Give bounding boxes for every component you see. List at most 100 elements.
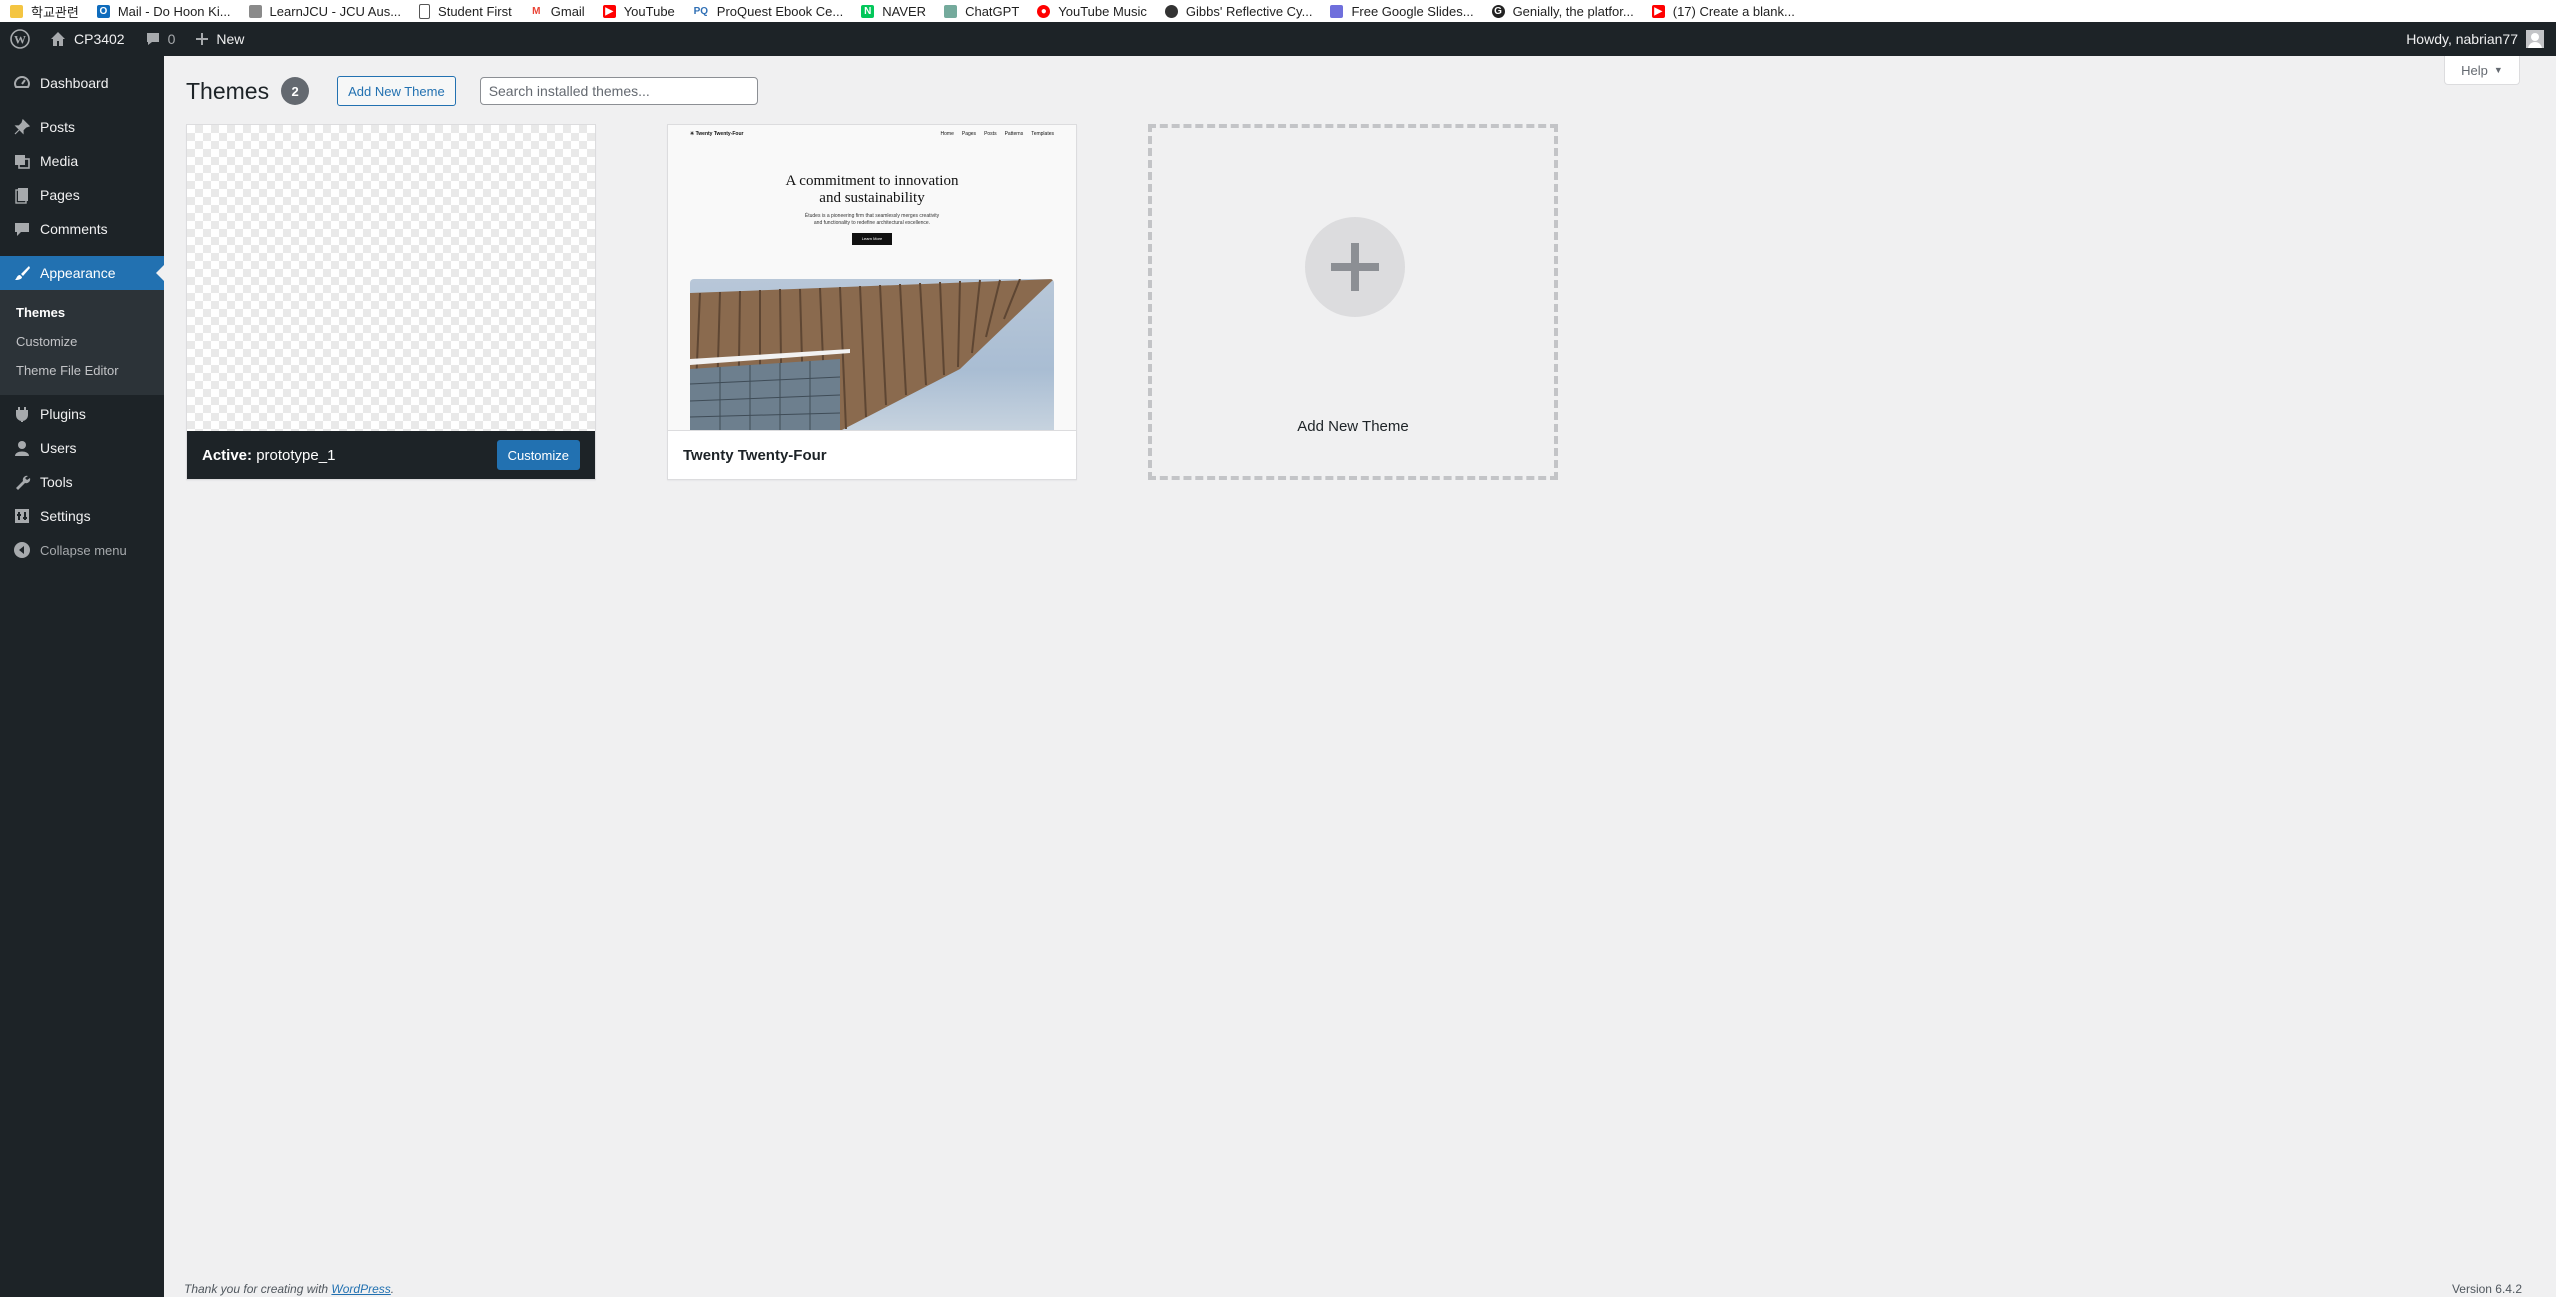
- theme-card-active[interactable]: Active: prototype_1 Customize: [186, 124, 596, 480]
- sidebar-item-media[interactable]: Media: [0, 144, 164, 178]
- bookmark-item[interactable]: Student First: [409, 0, 520, 22]
- search-themes-input[interactable]: [479, 77, 758, 105]
- sidebar-item-tools[interactable]: Tools: [0, 465, 164, 499]
- plus-circle: [1305, 217, 1405, 317]
- youtube-icon: ▶: [1651, 4, 1665, 18]
- theme-screenshot-placeholder[interactable]: [187, 125, 595, 431]
- comments-link[interactable]: 0: [135, 22, 186, 56]
- appearance-submenu: Themes Customize Theme File Editor: [0, 290, 164, 395]
- bookmark-item[interactable]: Free Google Slides...: [1320, 0, 1481, 22]
- outlook-icon: O: [96, 4, 110, 18]
- slides-icon: [1330, 4, 1344, 18]
- sidebar-item-appearance[interactable]: Appearance: [0, 256, 164, 290]
- new-content-link[interactable]: New: [185, 22, 254, 56]
- home-icon: [51, 32, 65, 46]
- theme-name: Active: prototype_1: [202, 446, 336, 464]
- submenu-customize[interactable]: Customize: [0, 327, 164, 356]
- add-new-theme-card[interactable]: Add New Theme: [1148, 124, 1558, 480]
- customize-button[interactable]: Customize: [496, 440, 580, 470]
- comment-icon: [12, 219, 32, 239]
- learnjcu-icon: [248, 4, 262, 18]
- dashboard-icon: [12, 73, 32, 93]
- bookmark-item[interactable]: ▶ (17) Create a blank...: [1642, 0, 1803, 22]
- avatar: [2526, 30, 2544, 48]
- preview-headline: A commitment to innovation and sustainab…: [785, 173, 959, 206]
- genially-icon: G: [1491, 4, 1505, 18]
- sidebar-item-comments[interactable]: Comments: [0, 212, 164, 246]
- bookmark-item[interactable]: N NAVER: [851, 0, 934, 22]
- media-icon: [12, 151, 32, 171]
- bookmark-item[interactable]: ▶ YouTube: [593, 0, 683, 22]
- theme-footer: Twenty Twenty-Four: [668, 430, 1076, 479]
- page-icon: [419, 3, 431, 19]
- comment-icon: [146, 33, 159, 45]
- help-button[interactable]: Help ▼: [2444, 56, 2520, 85]
- footer-thanks: Thank you for creating with WordPress.: [184, 1282, 395, 1296]
- preview-button: Learn More: [852, 233, 892, 245]
- svg-text:W: W: [14, 33, 26, 47]
- bookmarks-bar: 학교관련 O Mail - Do Hoon Ki... LearnJCU - JC…: [0, 0, 2556, 23]
- youtube-icon: ▶: [602, 4, 616, 18]
- wordpress-logo[interactable]: W: [0, 22, 40, 56]
- bookmark-item[interactable]: Gibbs' Reflective Cy...: [1155, 0, 1321, 22]
- add-new-theme-label: Add New Theme: [1297, 418, 1409, 435]
- bookmark-item[interactable]: PQ ProQuest Ebook Ce...: [683, 0, 851, 22]
- theme-preview: ✳ Twenty Twenty-Four Home Pages Posts Pa…: [668, 125, 1076, 431]
- add-new-theme-button[interactable]: Add New Theme: [337, 76, 456, 106]
- gmail-icon: M: [529, 4, 543, 18]
- theme-footer: Active: prototype_1 Customize: [187, 431, 595, 479]
- user-icon: [12, 438, 32, 458]
- sidebar-item-pages[interactable]: Pages: [0, 178, 164, 212]
- collapse-menu-button[interactable]: Collapse menu: [0, 533, 164, 567]
- pin-icon: [12, 117, 32, 137]
- preview-site-title: ✳ Twenty Twenty-Four: [690, 131, 744, 137]
- theme-count-badge: 2: [281, 77, 310, 105]
- submenu-theme-file-editor[interactable]: Theme File Editor: [0, 356, 164, 385]
- chatgpt-icon: [944, 4, 958, 18]
- bookmark-item[interactable]: O Mail - Do Hoon Ki...: [87, 0, 239, 22]
- site-name-link[interactable]: CP3402: [40, 22, 135, 56]
- naver-icon: N: [861, 4, 875, 18]
- admin-sidebar: Dashboard Posts Media Pages Comments App…: [0, 56, 164, 1297]
- submenu-themes[interactable]: Themes: [0, 298, 164, 327]
- my-account[interactable]: Howdy, nabrian77: [2406, 30, 2556, 48]
- building-illustration: [690, 279, 1054, 431]
- plus-icon: [196, 33, 209, 45]
- admin-bar: W CP3402 0 New Howdy, nabrian77: [0, 22, 2556, 56]
- folder-icon: [10, 4, 23, 18]
- theme-card-twenty-twenty-four[interactable]: ✳ Twenty Twenty-Four Home Pages Posts Pa…: [667, 124, 1077, 480]
- collapse-icon: [12, 540, 32, 560]
- plus-icon: [1331, 243, 1379, 291]
- bookmark-item[interactable]: 학교관련: [0, 0, 87, 22]
- preview-nav: ✳ Twenty Twenty-Four Home Pages Posts Pa…: [690, 131, 1054, 137]
- bookmark-item[interactable]: G Genially, the platfor...: [1482, 0, 1642, 22]
- preview-paragraph: Études is a pioneering firm that seamles…: [804, 213, 940, 226]
- pages-icon: [12, 185, 32, 205]
- wrench-icon: [12, 472, 32, 492]
- wordpress-icon: W: [10, 29, 30, 49]
- proquest-icon: PQ: [692, 4, 709, 18]
- theme-screenshot[interactable]: ✳ Twenty Twenty-Four Home Pages Posts Pa…: [668, 125, 1076, 431]
- caret-down-icon: ▼: [2493, 65, 2503, 75]
- gibbs-icon: [1164, 4, 1178, 18]
- bookmark-item[interactable]: LearnJCU - JCU Aus...: [239, 0, 410, 22]
- sidebar-item-plugins[interactable]: Plugins: [0, 397, 164, 431]
- page-title: Themes: [186, 77, 270, 104]
- bookmark-item[interactable]: ChatGPT: [934, 0, 1027, 22]
- brush-icon: [12, 263, 32, 283]
- main-content: Help ▼ Themes 2 Add New Theme Active: pr…: [164, 56, 2556, 1297]
- sidebar-item-users[interactable]: Users: [0, 431, 164, 465]
- preview-nav-links: Home Pages Posts Patterns Templates: [940, 131, 1054, 137]
- page-header: Themes 2 Add New Theme: [186, 76, 758, 106]
- wordpress-link[interactable]: WordPress: [331, 1282, 390, 1296]
- sidebar-item-settings[interactable]: Settings: [0, 499, 164, 533]
- preview-building-image: [690, 279, 1054, 431]
- bookmark-item[interactable]: ● YouTube Music: [1027, 0, 1155, 22]
- sidebar-item-posts[interactable]: Posts: [0, 110, 164, 144]
- bookmark-item[interactable]: M Gmail: [520, 0, 593, 22]
- youtube-music-icon: ●: [1037, 4, 1051, 18]
- footer-version: Version 6.4.2: [2451, 1282, 2522, 1296]
- plugin-icon: [12, 404, 32, 424]
- theme-name: Twenty Twenty-Four: [683, 446, 827, 464]
- sidebar-item-dashboard[interactable]: Dashboard: [0, 66, 164, 100]
